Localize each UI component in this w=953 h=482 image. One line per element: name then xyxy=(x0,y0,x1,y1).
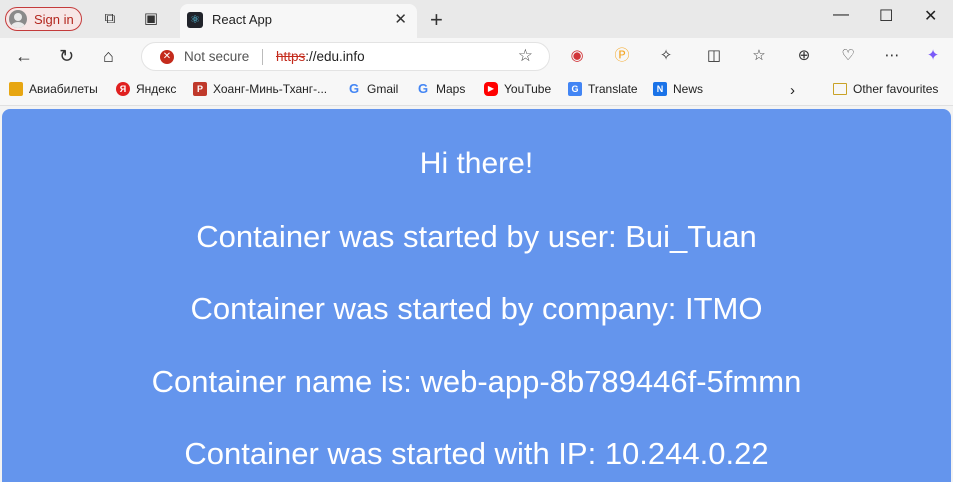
sign-in-label: Sign in xyxy=(34,11,74,27)
yandex-icon: Я xyxy=(116,82,130,96)
bookmark-news[interactable]: N News xyxy=(653,82,703,96)
extension-icon[interactable]: ◉ xyxy=(567,46,587,66)
extension-p-icon[interactable]: Ⓟ xyxy=(612,46,632,66)
collections-icon[interactable]: ⊕ xyxy=(794,46,814,66)
bookmark-aviabilety[interactable]: Авиабилеты xyxy=(9,82,98,96)
greeting-text: Hi there! xyxy=(419,147,534,180)
refresh-icon[interactable]: ↻ xyxy=(59,46,74,67)
favourites-icon[interactable]: ☆ xyxy=(749,46,769,66)
close-tab-icon[interactable]: ✕ xyxy=(394,10,407,28)
title-bar: Sign in ⧉ ▣ ⚛ React App ✕ + — ☐ ✕ xyxy=(0,0,953,38)
browser-essentials-icon[interactable]: ♡ xyxy=(838,46,858,66)
url-text[interactable]: https://edu.info xyxy=(276,49,365,64)
bookmark-label: Gmail xyxy=(367,82,399,96)
bookmark-other-favourites[interactable]: Other favourites xyxy=(833,82,938,96)
aviasales-icon xyxy=(9,82,23,96)
chevron-right-icon[interactable]: › xyxy=(790,82,795,99)
tab-title: React App xyxy=(212,12,272,27)
url-host: ://edu.info xyxy=(305,49,365,64)
tab-react-app[interactable]: ⚛ React App ✕ xyxy=(180,4,417,38)
user-line: Container was started by user: Bui_Tuan xyxy=(196,219,757,254)
profile-icon xyxy=(9,10,27,28)
favourite-star-icon[interactable]: ☆ xyxy=(518,46,533,66)
security-label[interactable]: Not secure xyxy=(184,49,249,64)
bookmark-translate[interactable]: G Translate xyxy=(568,82,638,96)
bookmark-maps[interactable]: G Maps xyxy=(416,81,466,97)
google-icon: G xyxy=(348,81,360,96)
bookmark-yandex[interactable]: Я Яндекс xyxy=(116,82,176,96)
maximize-icon[interactable]: ☐ xyxy=(879,6,893,26)
google-icon: G xyxy=(417,81,429,96)
react-icon: ⚛ xyxy=(187,12,203,28)
pdf-icon: P xyxy=(193,82,207,96)
close-window-icon[interactable]: ✕ xyxy=(924,6,937,26)
tab-actions-icon[interactable]: ▣ xyxy=(141,9,161,29)
bookmark-label: Хоанг-Минь-Тханг-... xyxy=(213,82,328,96)
copilot-icon[interactable]: ✦ xyxy=(923,46,943,66)
news-icon: N xyxy=(653,82,667,96)
more-icon[interactable]: ⋯ xyxy=(882,46,902,66)
not-secure-icon: ✕ xyxy=(160,50,174,64)
address-bar[interactable]: ✕ Not secure https://edu.info ☆ xyxy=(141,42,550,71)
bookmarks-bar: Авиабилеты Я Яндекс P Хоанг-Минь-Тханг-.… xyxy=(0,74,953,106)
new-tab-icon[interactable]: + xyxy=(430,7,443,33)
other-favourites-label: Other favourites xyxy=(853,82,939,96)
sign-in-button[interactable]: Sign in xyxy=(5,7,82,31)
workspaces-icon[interactable]: ⧉ xyxy=(100,9,120,29)
ip-line: Container was started with IP: 10.244.0.… xyxy=(184,436,769,471)
bookmark-label: Яндекс xyxy=(136,82,177,96)
bookmark-label: Авиабилеты xyxy=(29,82,98,96)
back-icon[interactable]: ← xyxy=(15,46,33,67)
bookmark-pdf[interactable]: P Хоанг-Минь-Тханг-... xyxy=(193,82,327,96)
bookmark-label: Translate xyxy=(588,82,638,96)
bookmark-label: News xyxy=(673,82,704,96)
company-line: Container was started by company: ITMO xyxy=(190,291,763,326)
bookmark-gmail[interactable]: G Gmail xyxy=(347,81,399,97)
split-screen-icon[interactable]: ◫ xyxy=(704,46,724,66)
folder-icon xyxy=(833,83,847,95)
address-separator xyxy=(262,49,263,65)
minimize-icon[interactable]: — xyxy=(833,6,849,24)
bookmark-youtube[interactable]: ▶ YouTube xyxy=(484,82,551,96)
youtube-icon: ▶ xyxy=(484,82,498,96)
extensions-icon[interactable]: ✧ xyxy=(656,46,676,66)
home-icon[interactable]: ⌂ xyxy=(103,46,114,67)
page-content: Hi there! Container was started by user:… xyxy=(2,109,951,482)
url-scheme: https xyxy=(276,49,306,64)
container-name-line: Container name is: web-app-8b789446f-5fm… xyxy=(151,364,802,399)
bookmark-label: YouTube xyxy=(504,82,552,96)
toolbar: ← ↻ ⌂ ✕ Not secure https://edu.info ☆ ◉ … xyxy=(0,38,953,74)
bookmark-label: Maps xyxy=(436,82,466,96)
translate-icon: G xyxy=(568,82,582,96)
